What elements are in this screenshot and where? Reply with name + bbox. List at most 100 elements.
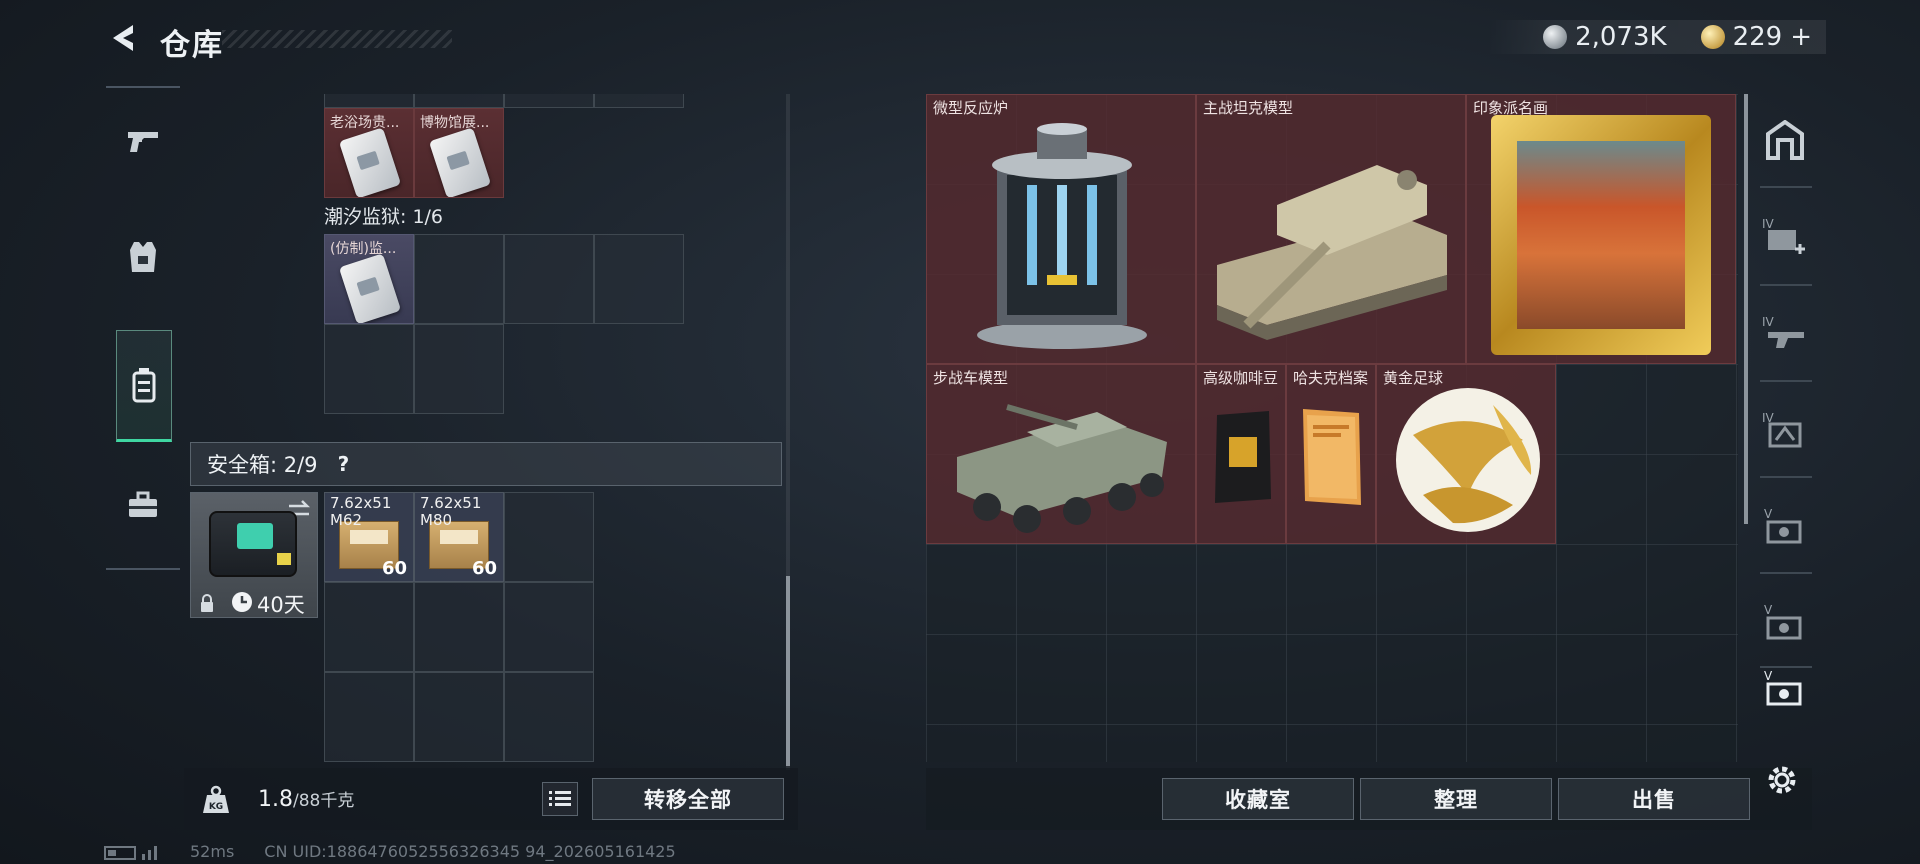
left-scrollbar-thumb[interactable] <box>786 576 790 766</box>
list-icon <box>549 791 571 806</box>
clock-icon <box>232 592 252 612</box>
document-folder-icon <box>1303 409 1361 505</box>
tab-tier-v-1[interactable]: V <box>1754 480 1816 572</box>
grid-cell[interactable] <box>324 672 414 762</box>
transfer-all-button[interactable]: 转移全部 <box>592 778 784 820</box>
item-label: 哈夫克档案 <box>1293 369 1369 387</box>
safebox-image <box>209 511 297 577</box>
tab-tier-v-3[interactable]: V <box>1754 668 1816 708</box>
grid-cell[interactable] <box>594 234 684 324</box>
tier-iv-add-icon: IV <box>1762 217 1805 254</box>
item-museum-card[interactable]: 博物馆展... <box>414 108 504 198</box>
back-button[interactable] <box>104 18 144 58</box>
tier-iv-bag-icon: IV <box>1762 411 1802 448</box>
item-label: 博物馆展... <box>420 115 490 131</box>
section-tidal-prison: 潮汐监狱: 1/6 <box>324 206 444 228</box>
svg-text:V: V <box>1764 507 1773 521</box>
ammo-caliber: 7.62x51 M62 <box>330 494 392 529</box>
gold-triangle-coin-icon <box>1700 25 1725 49</box>
tank-icon <box>1217 165 1447 340</box>
grid-cell[interactable] <box>504 492 594 582</box>
keycard-icon <box>428 127 492 197</box>
safebox-header: 安全箱: 2/9 ? <box>190 442 782 486</box>
item-ammo-m80[interactable]: 7.62x51 M80 60 <box>414 492 504 582</box>
tab-tier-iv-1[interactable]: IV <box>1754 190 1816 282</box>
right-scrollbar-thumb[interactable] <box>1744 94 1748 524</box>
lock-icon <box>201 594 213 612</box>
item-haavk-archive[interactable]: 哈夫克档案 <box>1286 364 1376 544</box>
title-decoration <box>222 30 452 48</box>
tab-tier-iv-2[interactable]: IV <box>1754 288 1816 380</box>
nav-backpack[interactable] <box>116 330 172 442</box>
sell-button[interactable]: 出售 <box>1558 778 1750 820</box>
tab-tier-v-2[interactable]: V <box>1754 576 1816 668</box>
grid-cell[interactable] <box>504 582 594 672</box>
rail-divider <box>1760 186 1812 188</box>
item-ammo-m62[interactable]: 7.62x51 M62 60 <box>324 492 414 582</box>
nav-case[interactable] <box>106 450 180 560</box>
ammo-caliber: 7.62x51 M80 <box>420 494 482 529</box>
tab-vault[interactable] <box>1754 94 1816 186</box>
item-label: 老浴场贵... <box>330 115 400 131</box>
gear-icon <box>1768 766 1796 794</box>
grid-cell[interactable] <box>594 94 684 108</box>
weight-icon: KG <box>190 774 242 826</box>
coffee-bag-icon <box>1215 411 1271 503</box>
item-premium-coffee-beans[interactable]: 高级咖啡豆 <box>1196 364 1286 544</box>
collection-room-button[interactable]: 收藏室 <box>1162 778 1354 820</box>
item-label: 步战车模型 <box>933 369 1009 387</box>
settings-button[interactable] <box>1762 760 1802 800</box>
help-button[interactable]: ? <box>338 452 350 476</box>
page-title: 仓库 <box>160 28 224 63</box>
grid-cell[interactable] <box>414 324 504 414</box>
grid-cell[interactable] <box>324 582 414 672</box>
grid-cell[interactable] <box>414 582 504 672</box>
item-micro-reactor[interactable]: 微型反应炉 <box>926 94 1196 364</box>
silver-coin-icon <box>1543 25 1568 49</box>
tab-tier-iv-3[interactable]: IV <box>1754 384 1816 476</box>
vault-icon <box>1766 120 1804 160</box>
grid-cell[interactable] <box>504 94 594 108</box>
svg-text:IV: IV <box>1762 315 1775 329</box>
item-bathhouse-card[interactable]: 老浴场贵... <box>324 108 414 198</box>
grid-cell[interactable] <box>324 324 414 414</box>
item-label: 主战坦克模型 <box>1203 99 1294 117</box>
grid-cell[interactable] <box>504 672 594 762</box>
grid-cell[interactable] <box>324 94 414 108</box>
organize-button[interactable]: 整理 <box>1360 778 1552 820</box>
battery-signal-icon <box>104 845 157 860</box>
list-view-button[interactable] <box>542 782 578 816</box>
rail-divider <box>1760 476 1812 478</box>
silver-currency-value: 2,073K <box>1575 22 1667 52</box>
ammo-count: 60 <box>381 558 407 579</box>
tier-v-box-icon: V <box>1764 669 1802 706</box>
svg-text:IV: IV <box>1762 217 1775 231</box>
grid-cell[interactable] <box>414 234 504 324</box>
ammo-count: 60 <box>471 558 497 579</box>
currency-bar: 2,073K 229 + <box>1488 20 1826 54</box>
pistol-icon <box>128 132 158 152</box>
nav-armor[interactable] <box>106 202 180 312</box>
armor-vest-icon <box>130 242 156 272</box>
item-mbt-model[interactable]: 主战坦克模型 <box>1196 94 1466 364</box>
football-icon <box>1396 388 1540 532</box>
weight-readout: 1.8/88千克 <box>258 787 355 812</box>
grid-cell[interactable] <box>414 672 504 762</box>
back-arrow-icon <box>113 25 133 51</box>
grid-cell[interactable] <box>504 234 594 324</box>
item-replica-prison-card[interactable]: (仿制)监... <box>324 234 414 324</box>
nav-weapons[interactable] <box>106 86 180 196</box>
item-ifv-model[interactable]: 步战车模型 <box>926 364 1196 544</box>
add-currency-button[interactable]: + <box>1790 22 1812 52</box>
ifv-icon <box>957 404 1167 533</box>
nav-divider <box>106 568 180 570</box>
grid-cell[interactable] <box>414 94 504 108</box>
safebox-card[interactable]: 40天 <box>190 492 318 618</box>
svg-text:V: V <box>1764 669 1773 683</box>
item-impressionist-painting[interactable]: 印象派名画 <box>1466 94 1736 364</box>
item-golden-football[interactable]: 黄金足球 <box>1376 364 1556 544</box>
reactor-icon <box>977 123 1147 349</box>
keycard-icon <box>338 127 402 197</box>
ping-readout: 52ms <box>190 842 235 861</box>
uid-readout: CN UID:1886476052556326345 94_2026051614… <box>264 842 676 861</box>
